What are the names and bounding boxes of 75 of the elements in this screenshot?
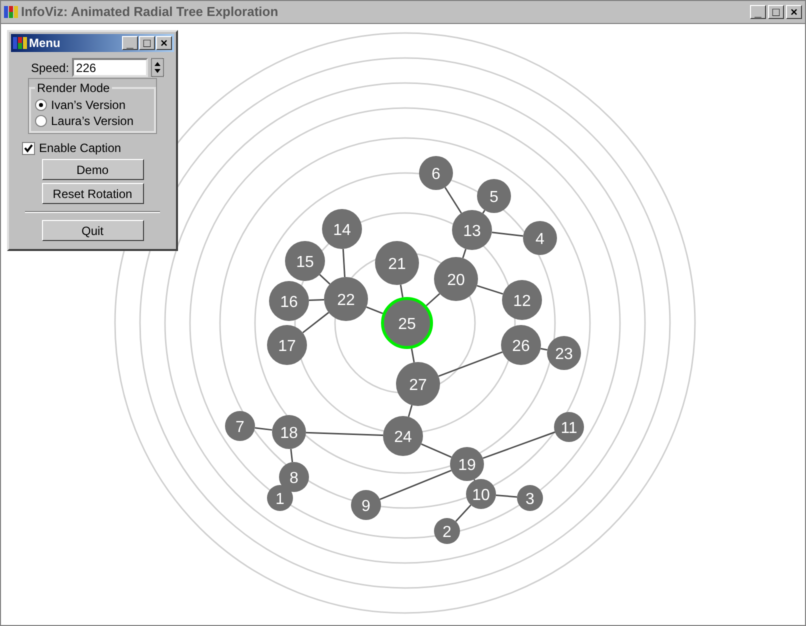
tree-node[interactable]: 26 bbox=[501, 325, 541, 365]
tree-node[interactable]: 20 bbox=[434, 257, 478, 301]
tree-edge bbox=[455, 504, 472, 522]
tree-node[interactable]: 14 bbox=[322, 209, 362, 249]
tree-edge bbox=[426, 293, 440, 306]
close-button[interactable]: × bbox=[156, 36, 172, 50]
tree-edge bbox=[254, 427, 272, 431]
tree-node[interactable]: 2 bbox=[434, 518, 460, 544]
tree-edge bbox=[342, 248, 346, 278]
minimize-button[interactable]: _ bbox=[122, 36, 138, 50]
tree-edge bbox=[319, 274, 330, 285]
tree-node[interactable]: 23 bbox=[547, 336, 581, 370]
tree-edge bbox=[302, 312, 330, 334]
tree-node[interactable]: 21 bbox=[375, 241, 419, 285]
tree-node[interactable]: 9 bbox=[351, 490, 381, 520]
menu-title: Menu bbox=[29, 35, 60, 52]
speed-label: Speed: bbox=[31, 60, 70, 76]
window-title: InfoViz: Animated Radial Tree Exploration bbox=[21, 3, 278, 22]
tree-node[interactable]: 18 bbox=[272, 415, 306, 449]
tree-edge bbox=[444, 186, 462, 214]
tree-edge bbox=[408, 404, 413, 417]
tree-edge bbox=[366, 306, 384, 314]
action-button[interactable]: Demo bbox=[42, 159, 144, 180]
radio-button[interactable] bbox=[35, 99, 47, 111]
tree-edge bbox=[290, 448, 294, 462]
tree-node[interactable]: 25 bbox=[381, 297, 433, 349]
tree-node[interactable]: 11 bbox=[554, 412, 584, 442]
tree-node[interactable]: 1 bbox=[267, 485, 293, 511]
tree-edge bbox=[421, 443, 452, 458]
tree-node[interactable]: 22 bbox=[324, 277, 368, 321]
tree-node[interactable]: 16 bbox=[269, 281, 309, 321]
tree-edge bbox=[496, 494, 518, 498]
tree-node[interactable]: 10 bbox=[466, 479, 496, 509]
tree-edge bbox=[400, 284, 404, 298]
close-button[interactable]: × bbox=[786, 5, 802, 19]
tree-node[interactable]: 4 bbox=[523, 221, 557, 255]
radio-option[interactable]: Ivan’s Version bbox=[35, 97, 150, 113]
tree-edge bbox=[476, 284, 504, 295]
maximize-button[interactable]: □ bbox=[139, 36, 155, 50]
tree-node[interactable]: 8 bbox=[279, 462, 309, 492]
checkbox-label: Enable Caption bbox=[39, 140, 122, 157]
tree-edge bbox=[462, 248, 466, 258]
radio-label: Ivan’s Version bbox=[51, 97, 126, 113]
minimize-button[interactable]: _ bbox=[750, 5, 766, 19]
tree-edge bbox=[474, 479, 476, 481]
tree-edge bbox=[410, 348, 415, 362]
tree-node[interactable]: 12 bbox=[502, 280, 542, 320]
radio-button[interactable] bbox=[35, 115, 47, 127]
tree-edge bbox=[540, 348, 548, 351]
maximize-button[interactable]: □ bbox=[768, 5, 784, 19]
tree-node[interactable]: 27 bbox=[396, 362, 440, 406]
tree-edge bbox=[492, 232, 524, 237]
tree-edge bbox=[438, 351, 503, 377]
tree-node[interactable]: 7 bbox=[225, 411, 255, 441]
group-title: Render Mode bbox=[36, 80, 111, 97]
quit-button[interactable]: Quit bbox=[42, 220, 144, 241]
checkbox[interactable] bbox=[22, 142, 35, 154]
spinner-icon[interactable] bbox=[151, 58, 164, 77]
tree-node[interactable]: 3 bbox=[517, 485, 543, 511]
tree-edge bbox=[482, 210, 486, 214]
tree-node[interactable]: 15 bbox=[285, 241, 325, 281]
tree-node[interactable]: 24 bbox=[383, 416, 423, 456]
app-icon bbox=[13, 37, 27, 49]
tree-node[interactable]: 17 bbox=[267, 325, 307, 365]
tree-edge bbox=[308, 299, 324, 302]
radio-label: Laura’s Version bbox=[51, 113, 134, 129]
tree-node[interactable]: 13 bbox=[452, 210, 492, 250]
action-button[interactable]: Reset Rotation bbox=[42, 183, 144, 204]
tree-node[interactable]: 5 bbox=[477, 179, 511, 213]
radio-option[interactable]: Laura’s Version bbox=[35, 113, 150, 129]
tree-node[interactable]: 19 bbox=[450, 447, 484, 481]
app-icon bbox=[4, 5, 18, 19]
enable-caption-checkbox[interactable]: Enable Caption bbox=[22, 139, 174, 157]
speed-field[interactable]: 226 bbox=[72, 58, 148, 77]
tree-node[interactable]: 6 bbox=[419, 156, 453, 190]
